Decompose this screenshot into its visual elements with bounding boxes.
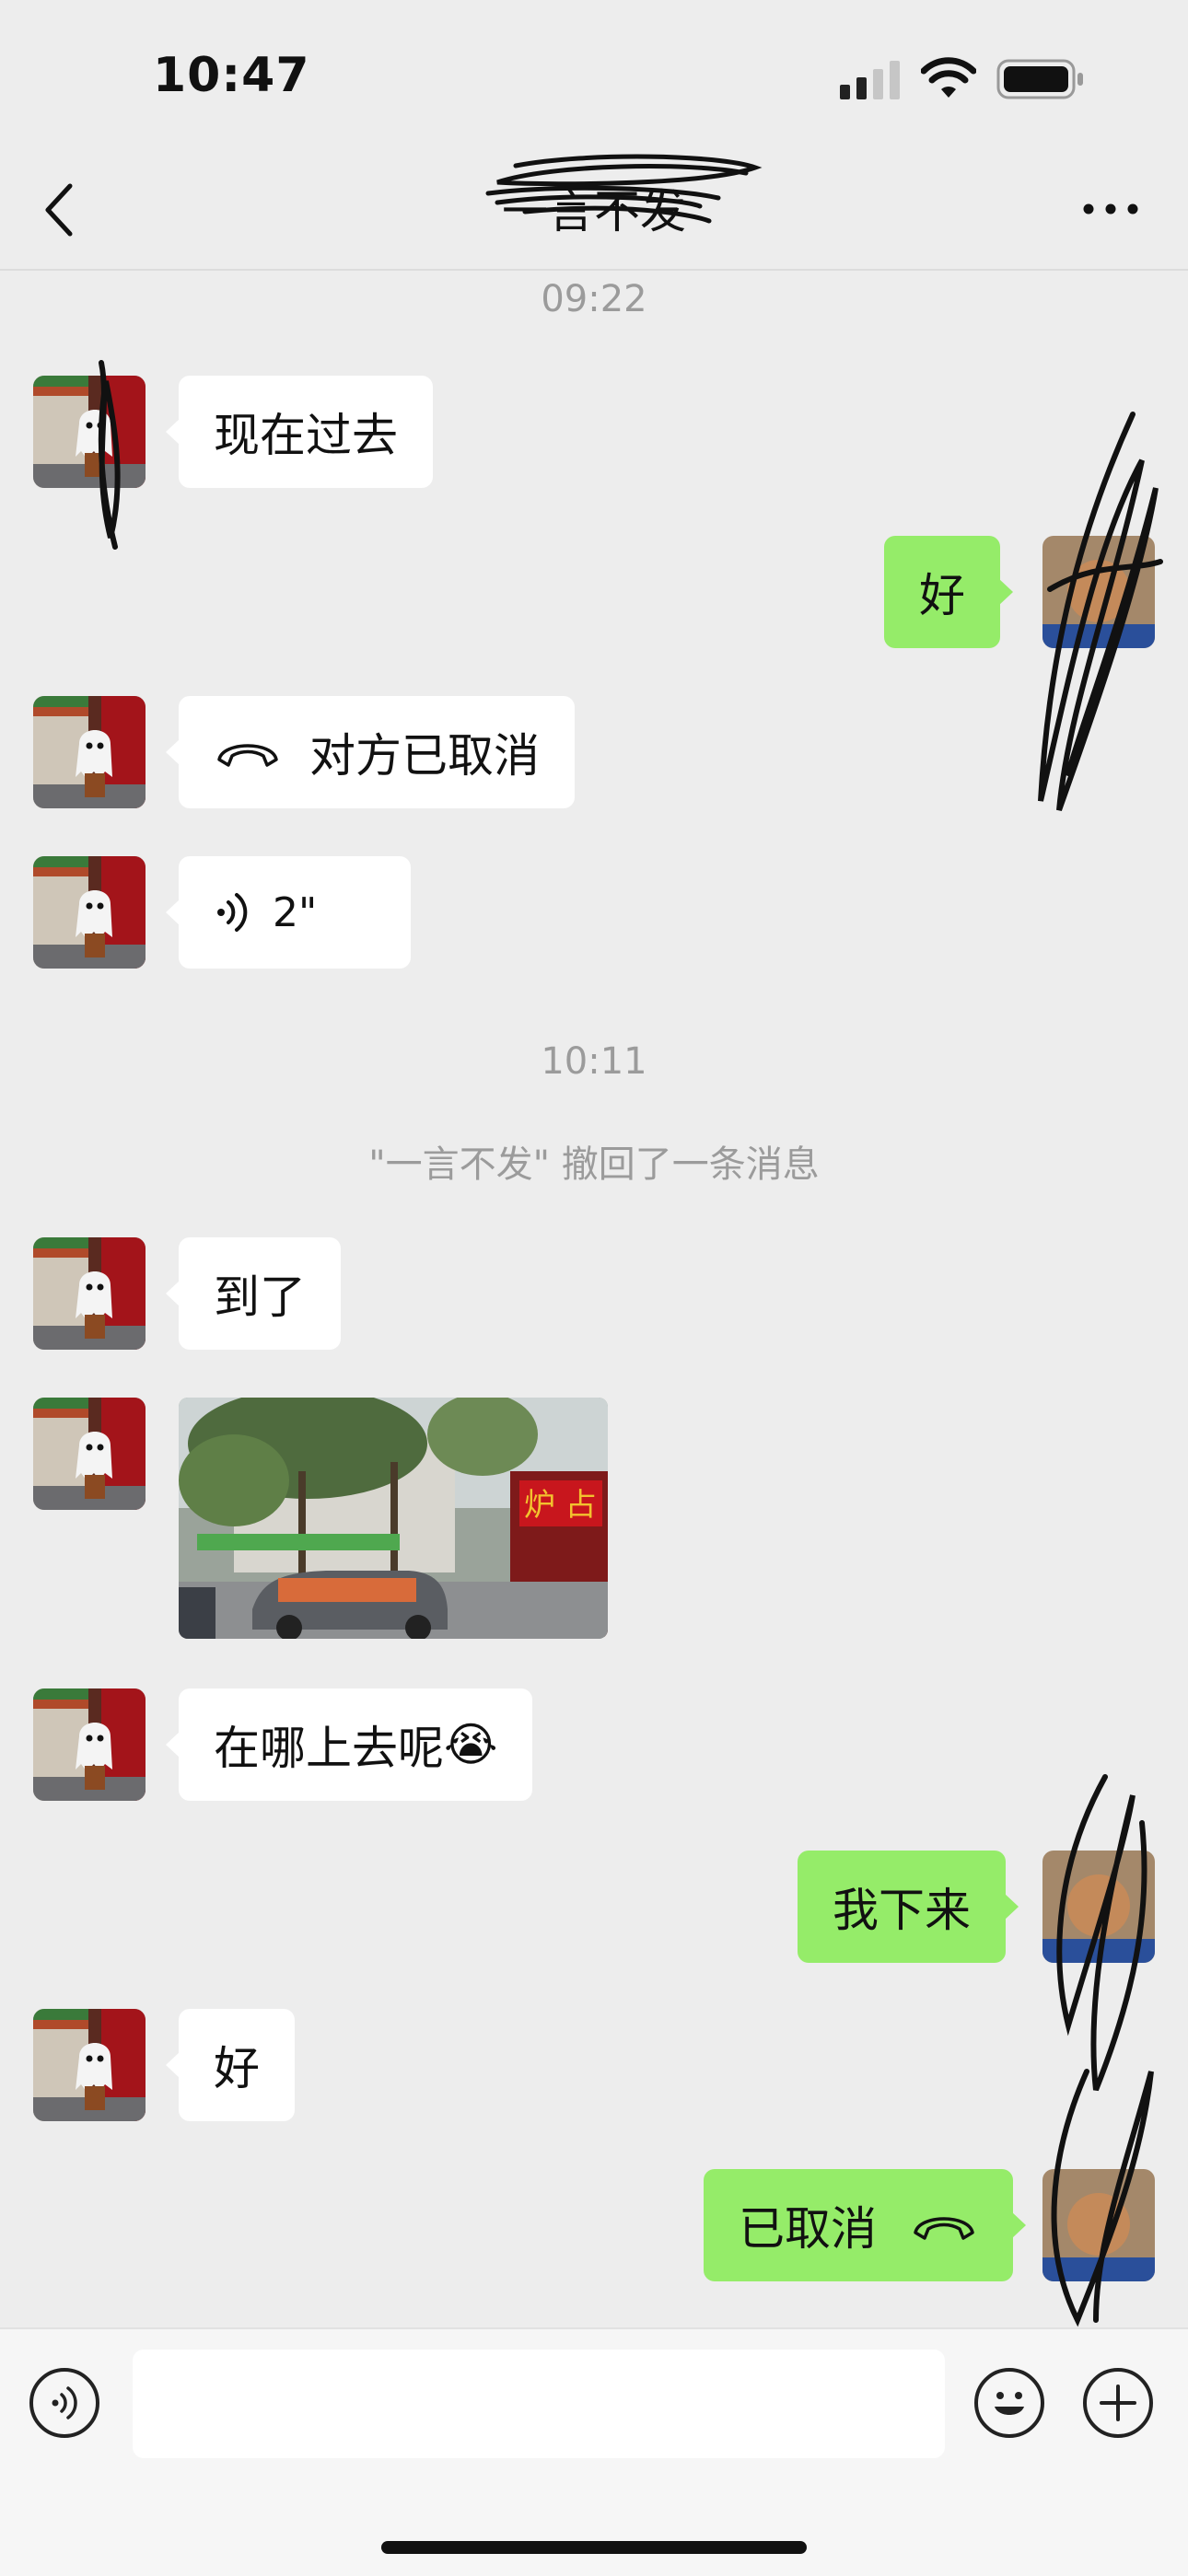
bubble-tail — [1004, 1893, 1019, 1920]
bubble-tail — [166, 1731, 181, 1758]
phone-hangup-icon — [217, 744, 278, 767]
bubble-tail — [166, 899, 181, 926]
message-bubble-sent[interactable]: 我下来 — [798, 1851, 1019, 1963]
home-indicator — [381, 2541, 807, 2554]
nav-divider — [0, 269, 1188, 271]
bubble-tail — [166, 738, 181, 766]
bubble-tail — [166, 1280, 181, 1307]
call-status-text: 对方已取消 — [309, 729, 540, 783]
voice-duration: 2" — [273, 888, 318, 936]
message-text: 好 — [214, 2042, 260, 2095]
message-bubble-sent[interactable]: 好 — [884, 536, 1013, 648]
phone-hangup-icon — [914, 2217, 974, 2240]
message-input[interactable] — [133, 2350, 945, 2458]
contact-avatar[interactable] — [33, 1237, 146, 1350]
call-bubble-sent[interactable]: 已取消 — [704, 2169, 1026, 2281]
contact-avatar[interactable] — [33, 856, 146, 969]
bubble-tail — [998, 578, 1013, 606]
message-text: 好 — [919, 569, 965, 622]
wifi-icon — [921, 57, 976, 98]
message-bubble-received[interactable]: 在哪上去呢 😭 — [166, 1688, 533, 1801]
message-bubble-received[interactable]: 现在过去 — [166, 376, 433, 488]
status-time: 10:47 — [153, 48, 310, 103]
chat-title: 一言不发 — [502, 185, 686, 238]
voice-wave-icon — [52, 2386, 77, 2419]
bubble-tail — [166, 418, 181, 446]
svg-text:炉 占: 炉 占 — [524, 1487, 597, 1524]
bubble-tail — [166, 2051, 181, 2079]
voice-wave-icon — [217, 893, 248, 932]
contact-avatar[interactable] — [33, 2009, 146, 2121]
bubble-tail — [1011, 2211, 1026, 2239]
timestamp: 09:22 — [541, 278, 647, 320]
call-status-text: 已取消 — [739, 2202, 877, 2256]
contact-avatar[interactable] — [33, 1398, 146, 1510]
call-bubble-received[interactable]: 对方已取消 — [166, 696, 575, 808]
contact-avatar[interactable] — [33, 1688, 146, 1801]
crying-emoji: 😭 — [444, 1718, 498, 1771]
voice-input-button[interactable] — [29, 2368, 99, 2438]
recall-notice: "一言不发" 撤回了一条消息 — [368, 1143, 820, 1186]
contact-avatar[interactable] — [33, 696, 146, 808]
message-text: 在哪上去呢 — [214, 1722, 444, 1775]
more-options-icon[interactable] — [1079, 199, 1142, 219]
my-avatar[interactable] — [1042, 1851, 1155, 1963]
message-bubble-received[interactable]: 到了 — [166, 1237, 341, 1350]
timestamp: 10:11 — [541, 1040, 647, 1083]
message-bubble-received[interactable]: 好 — [166, 2009, 295, 2121]
voice-message-bubble[interactable]: 2" — [166, 856, 411, 969]
cellular-signal-icon — [840, 61, 900, 99]
add-attachment-button[interactable] — [1083, 2368, 1153, 2438]
my-avatar[interactable] — [1042, 536, 1155, 648]
my-avatar[interactable] — [1042, 2169, 1155, 2281]
photo-message[interactable]: 炉 占 — [179, 1398, 608, 1639]
plus-icon — [1100, 2385, 1136, 2421]
message-text: 现在过去 — [214, 409, 398, 462]
battery-icon — [996, 59, 1083, 99]
message-text: 我下来 — [833, 1884, 971, 1937]
emoji-button[interactable] — [974, 2368, 1044, 2438]
message-text: 到了 — [214, 1271, 306, 1324]
smiley-icon — [995, 2392, 1024, 2415]
contact-avatar[interactable] — [33, 376, 146, 488]
